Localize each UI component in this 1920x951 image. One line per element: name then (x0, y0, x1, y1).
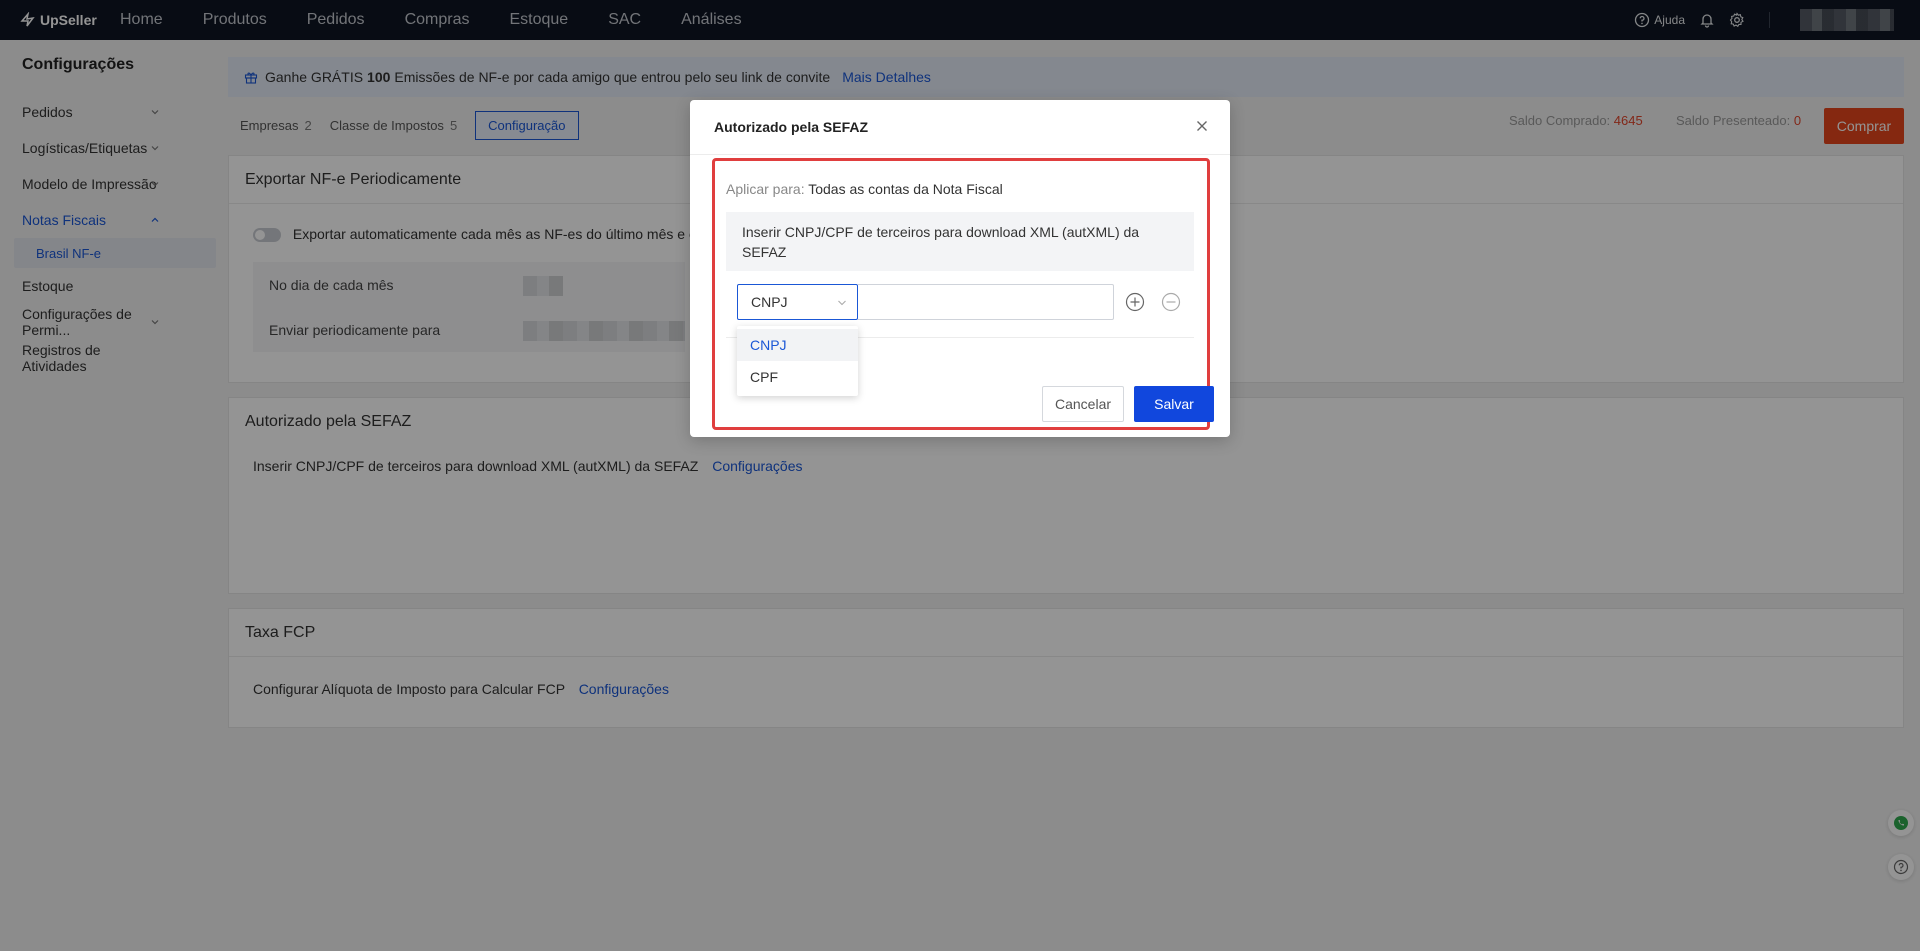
select-value: CNPJ (751, 294, 788, 310)
save-button[interactable]: Salvar (1134, 386, 1214, 422)
sefaz-modal: Autorizado pela SEFAZ Aplicar para: Toda… (690, 100, 1230, 437)
document-type-dropdown: CNPJ CPF (737, 326, 858, 396)
chevron-down-icon (838, 300, 846, 306)
modal-title: Autorizado pela SEFAZ (714, 119, 869, 135)
apply-label: Aplicar para: (726, 181, 805, 197)
remove-circle-icon[interactable] (1161, 292, 1181, 312)
cnpj-input[interactable] (858, 284, 1114, 320)
close-icon[interactable] (1194, 118, 1210, 134)
modal-divider (690, 154, 1230, 155)
apply-value: Todas as contas da Nota Fiscal (808, 181, 1003, 197)
dropdown-option-cpf[interactable]: CPF (737, 361, 858, 393)
apply-to: Aplicar para: Todas as contas da Nota Fi… (726, 181, 1003, 197)
modal-info-text: Inserir CNPJ/CPF de terceiros para downl… (726, 212, 1194, 271)
dropdown-option-cnpj[interactable]: CNPJ (737, 329, 858, 361)
document-type-select[interactable]: CNPJ (737, 284, 858, 320)
cancel-button[interactable]: Cancelar (1042, 386, 1124, 422)
add-circle-icon[interactable] (1125, 292, 1145, 312)
